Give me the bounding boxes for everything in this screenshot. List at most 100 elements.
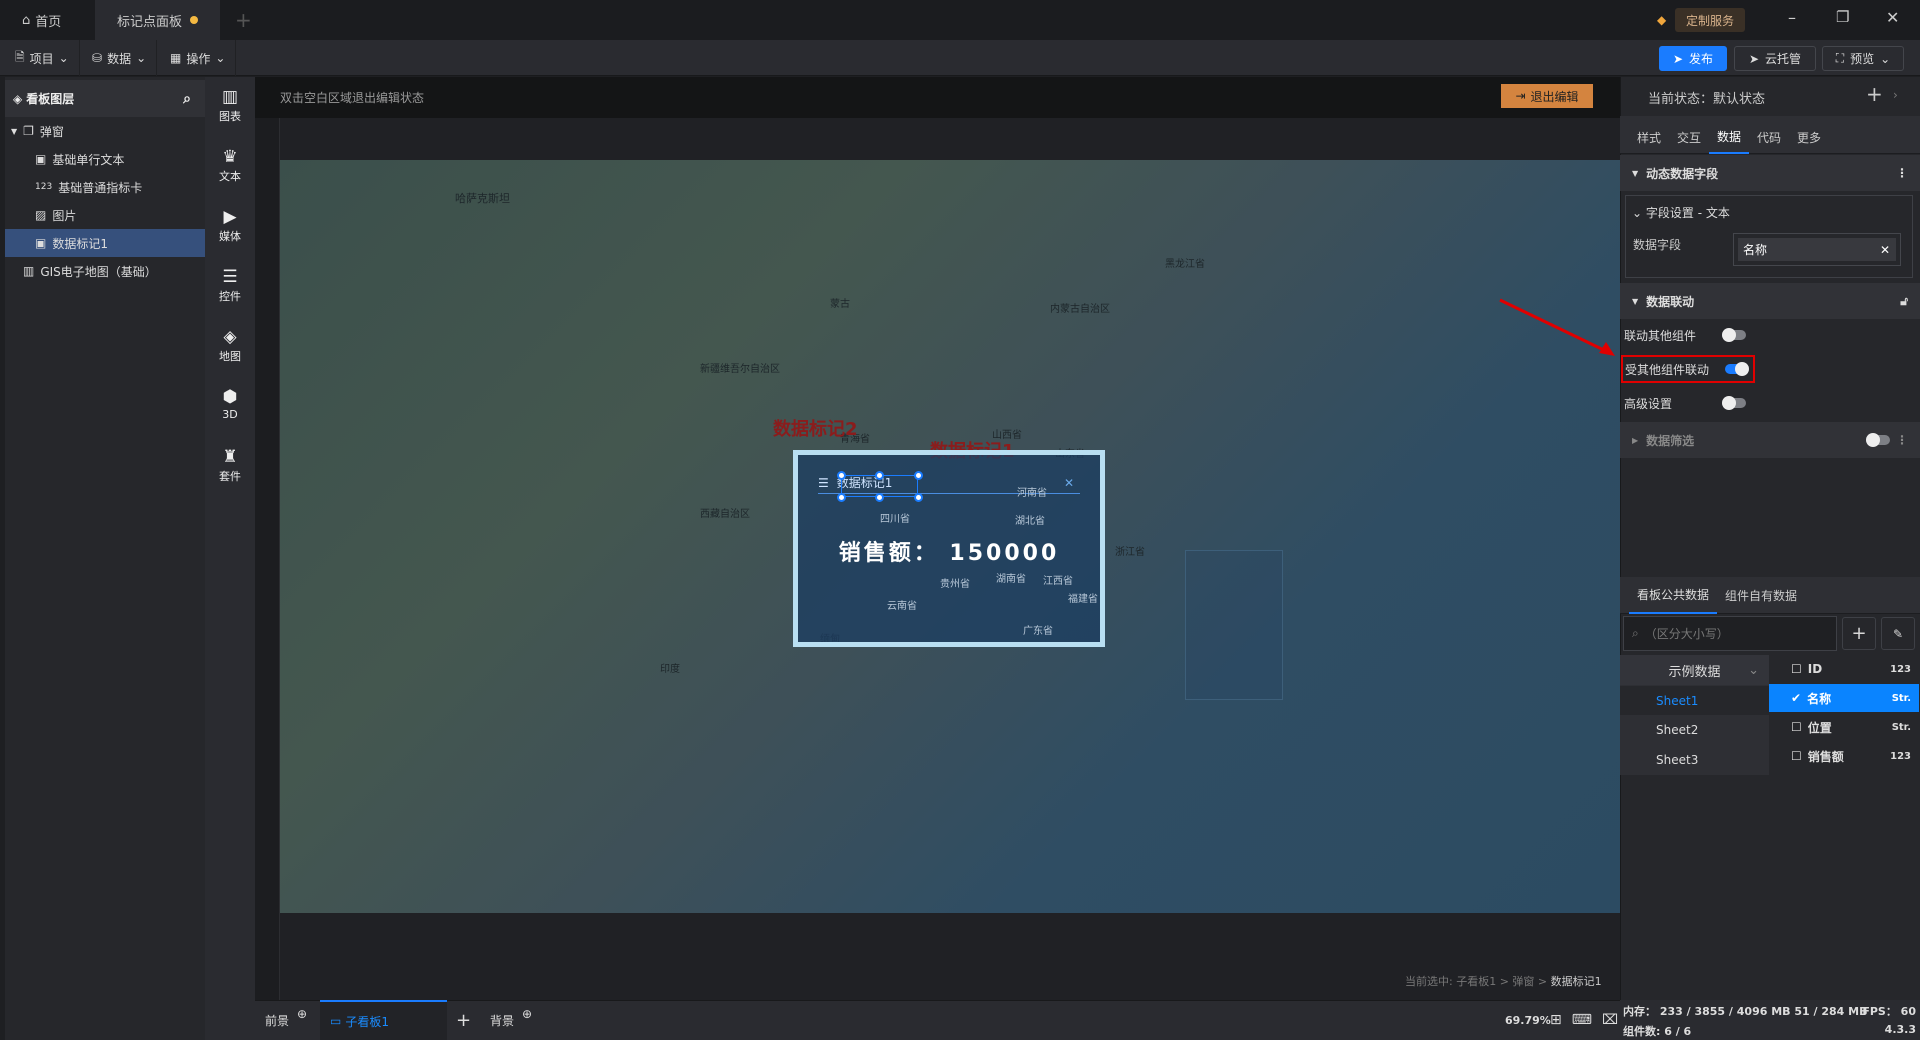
component-kit[interactable]: ♜ 套件 — [205, 448, 255, 484]
dynamic-fields-section[interactable]: ▼ 动态数据字段 ⋮ — [1620, 155, 1920, 191]
checkbox-icon[interactable]: ☐ — [1791, 749, 1802, 763]
layer-item[interactable]: ▼ ❐ 弹窗 — [5, 117, 205, 145]
add-state-button[interactable]: + — [1866, 82, 1883, 106]
tab-code[interactable]: 代码 — [1757, 120, 1781, 154]
field-setting-title[interactable]: ⌄ 字段设置 - 文本 — [1632, 204, 1730, 221]
check-icon[interactable]: ✔ — [1791, 691, 1801, 705]
data-source-select[interactable]: 示例数据 ⌄ — [1620, 655, 1769, 685]
sheet-item[interactable]: Sheet3 — [1620, 746, 1698, 774]
search-icon[interactable]: ⌕ — [183, 91, 191, 107]
tab-background[interactable]: 背景 ⊕ — [490, 1000, 532, 1040]
tab-board-public-data[interactable]: 看板公共数据 — [1629, 577, 1718, 614]
tab-home[interactable]: ⌂ 首页 — [0, 0, 95, 40]
map-icon: ▥ — [23, 264, 35, 278]
field-item-selected[interactable]: ✔ 名称 Str. — [1769, 684, 1919, 712]
layers-icon: ◈ — [13, 91, 23, 106]
annotation-arrow — [1499, 298, 1615, 356]
tab-more[interactable]: 更多 — [1797, 120, 1821, 154]
tab-style[interactable]: 样式 — [1637, 120, 1661, 154]
add-data-button[interactable]: + — [1842, 617, 1876, 650]
tab-interaction[interactable]: 交互 — [1677, 120, 1701, 154]
chevron-down-icon: ⌄ — [215, 51, 226, 65]
clear-icon[interactable]: ✕ — [1880, 243, 1890, 257]
layer-item[interactable]: ▨ 图片 — [5, 201, 205, 229]
tab-sub-board[interactable]: ▭ 子看板1 — [320, 1000, 447, 1040]
keyboard-icon[interactable]: ⌨ — [1572, 1012, 1592, 1028]
fullscreen-icon: ⛶ — [1835, 51, 1845, 65]
resize-handle[interactable] — [837, 493, 846, 502]
checkbox-icon[interactable]: ☐ — [1791, 662, 1802, 676]
menu-project[interactable]: 🗎 项目 ⌄ — [5, 40, 80, 76]
menu-data[interactable]: ⛁ 数据 ⌄ — [82, 40, 158, 76]
sheet-item[interactable]: Sheet2 — [1620, 716, 1698, 744]
layer-item[interactable]: ▥ GIS电子地图（基础） — [5, 257, 205, 285]
add-tab-button[interactable]: + — [235, 8, 252, 32]
custom-service-button[interactable]: ◆ 定制服务 — [1657, 8, 1745, 32]
data-filter-toggle[interactable] — [1866, 433, 1890, 447]
field-item[interactable]: ☐ 销售额 123 — [1769, 742, 1919, 770]
exit-edit-button[interactable]: ⇥ 退出编辑 — [1501, 84, 1593, 108]
tab-data[interactable]: 数据 — [1709, 120, 1749, 154]
resize-handle[interactable] — [914, 471, 923, 480]
advanced-settings-toggle[interactable] — [1722, 396, 1746, 410]
popup-icon: ❐ — [23, 124, 34, 138]
map-overlay-box — [1185, 550, 1283, 700]
close-window-button[interactable]: ✕ — [1886, 8, 1899, 27]
map-label: 印度 — [660, 664, 680, 675]
publish-button[interactable]: ➤ 发布 — [1659, 46, 1727, 71]
component-map[interactable]: ◈ 地图 — [205, 328, 255, 364]
more-vertical-icon[interactable]: ⋮ — [1896, 433, 1908, 447]
resize-handle[interactable] — [837, 471, 846, 480]
resize-handle[interactable] — [914, 493, 923, 502]
preview-button[interactable]: ⛶ 预览 ⌄ — [1822, 46, 1904, 71]
layer-item-selected[interactable]: ▣ 数据标记1 — [5, 229, 205, 257]
tab-component-data[interactable]: 组件自有数据 — [1725, 577, 1797, 614]
sheet-item[interactable]: Sheet1 — [1620, 686, 1769, 715]
layer-item[interactable]: 123 基础普通指标卡 — [5, 173, 205, 201]
crown-icon: ♛ — [222, 147, 238, 167]
add-board-button[interactable]: + — [456, 1000, 471, 1040]
data-filter-section[interactable]: ▶ 数据筛选 ⋮ — [1620, 422, 1920, 458]
component-control[interactable]: ☰ 控件 — [205, 268, 255, 304]
minimize-button[interactable]: – — [1788, 8, 1796, 27]
linked-by-others-toggle[interactable] — [1725, 362, 1749, 376]
edit-data-icon[interactable]: ✎ — [1881, 617, 1915, 650]
component-text[interactable]: ♛ 文本 — [205, 148, 255, 184]
close-icon[interactable]: ✕ — [1064, 476, 1074, 490]
map-label: 新疆维吾尔自治区 — [700, 364, 780, 375]
data-field-select[interactable]: 名称 ✕ — [1733, 233, 1901, 266]
fit-icon[interactable]: ⊞ — [1550, 1012, 1562, 1028]
checkbox-icon[interactable]: ☐ — [1791, 720, 1802, 734]
layer-item[interactable]: ▣ 基础单行文本 — [5, 145, 205, 173]
image-icon: ▨ — [35, 208, 47, 222]
more-vertical-icon[interactable]: ⋮ — [1896, 166, 1908, 180]
data-linkage-section[interactable]: ▼ 数据联动 🔓︎ — [1620, 283, 1920, 319]
menu-operation[interactable]: ▦ 操作 ⌄ — [160, 40, 237, 76]
component-chart[interactable]: ▥ 图表 — [205, 88, 255, 124]
field-item[interactable]: ☐ ID 123 — [1769, 655, 1919, 683]
chevron-down-icon: ⌄ — [1632, 206, 1646, 220]
link-others-toggle[interactable] — [1722, 328, 1746, 342]
send-icon: ➤ — [1748, 51, 1760, 66]
add-circle-icon[interactable]: ⊕ — [297, 1007, 307, 1021]
map-label: 广东省 — [1023, 626, 1053, 637]
component-media[interactable]: ▶ 媒体 — [205, 208, 255, 244]
marker-label[interactable]: 数据标记2 — [773, 415, 858, 441]
resize-handle[interactable] — [875, 471, 884, 480]
caret-down-icon: ▼ — [11, 126, 18, 136]
cloud-host-button[interactable]: ➤ 云托管 — [1734, 46, 1816, 71]
zoom-level[interactable]: 69.79% — [1505, 1000, 1551, 1040]
add-circle-icon[interactable]: ⊕ — [522, 1007, 532, 1021]
terminal-icon[interactable]: ⌧ — [1602, 1012, 1618, 1028]
restore-button[interactable]: ❐ — [1836, 8, 1849, 26]
field-search-input[interactable]: ⌕ （区分大小写） — [1623, 616, 1837, 651]
component-count: 组件数: 6 / 6 — [1623, 1025, 1692, 1038]
tab-marker-panel[interactable]: 标记点面板 — [95, 0, 220, 40]
chevron-right-icon[interactable]: › — [1893, 88, 1898, 102]
resize-handle[interactable] — [875, 493, 884, 502]
field-item[interactable]: ☐ 位置 Str. — [1769, 713, 1919, 741]
tab-foreground[interactable]: 前景 ⊕ — [265, 1000, 307, 1040]
component-3d[interactable]: ⬢ 3D — [205, 388, 255, 421]
data-marker-popup[interactable]: ☰ 数据标记1 ✕ 销售额： 150000 — [793, 450, 1105, 647]
lock-icon[interactable]: 🔓︎ — [1900, 294, 1908, 309]
